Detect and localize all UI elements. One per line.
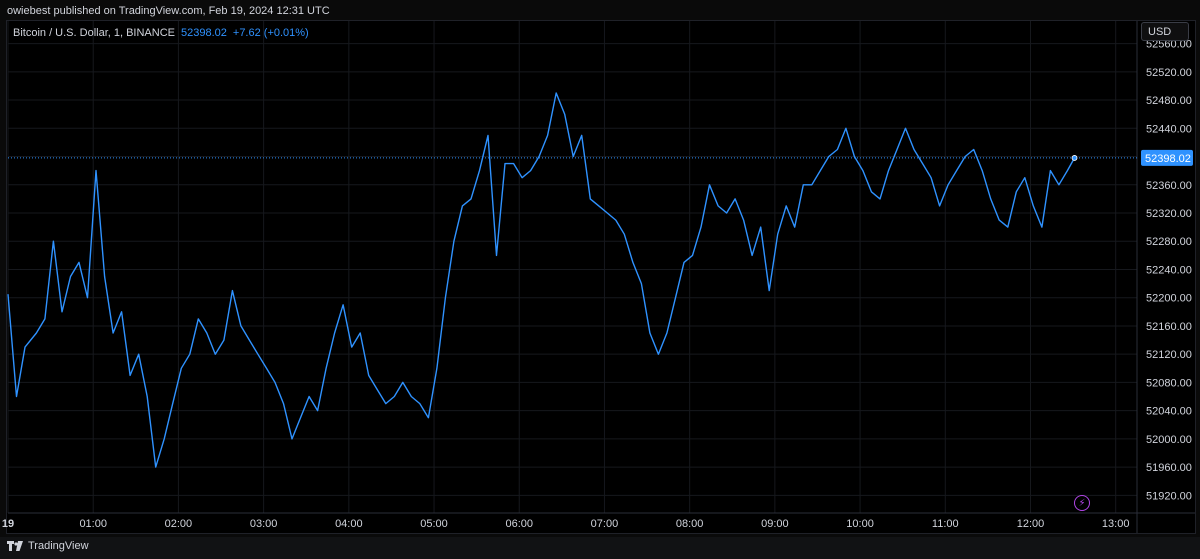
x-tick-label: 02:00 xyxy=(165,518,193,530)
x-tick-label: 06:00 xyxy=(505,518,533,530)
x-tick-label: 09:00 xyxy=(761,518,789,530)
y-tick-label: 52120.00 xyxy=(1146,349,1192,361)
y-tick-label: 51920.00 xyxy=(1146,490,1192,502)
tradingview-logo-icon xyxy=(7,541,23,551)
x-tick-label: 07:00 xyxy=(591,518,619,530)
y-tick-label: 52240.00 xyxy=(1146,264,1192,276)
x-tick-label: 12:00 xyxy=(1017,518,1045,530)
x-tick-label: 04:00 xyxy=(335,518,363,530)
y-tick-label: 51960.00 xyxy=(1146,462,1192,474)
tradingview-brand[interactable]: TradingView xyxy=(7,540,89,552)
chart-legend: Bitcoin / U.S. Dollar, 1, BINANCE 52398.… xyxy=(13,27,309,39)
y-tick-label: 52000.00 xyxy=(1146,434,1192,446)
y-tick-label: 52480.00 xyxy=(1146,95,1192,107)
y-tick-label: 52280.00 xyxy=(1146,236,1192,248)
x-tick-label: 03:00 xyxy=(250,518,278,530)
price-chart[interactable]: 51920.00 51960.00 52000.00 52040.00 52080.00… xyxy=(0,0,1200,559)
symbol-name: Bitcoin / U.S. Dollar, 1, BINANCE xyxy=(13,27,175,39)
x-tick-label: 08:00 xyxy=(676,518,704,530)
x-tick-label: 11:00 xyxy=(932,518,959,530)
last-price-label: 52398.02 xyxy=(1145,153,1191,165)
x-tick-label: 05:00 xyxy=(420,518,448,530)
currency-button[interactable]: USD xyxy=(1141,22,1189,41)
x-tick-label: 10:00 xyxy=(846,518,874,530)
x-tick-label: 01:00 xyxy=(79,518,107,530)
x-tick-label: 13:00 xyxy=(1102,518,1130,530)
x-tick-label: 19 xyxy=(2,518,14,530)
y-tick-label: 52080.00 xyxy=(1146,377,1192,389)
brand-label: TradingView xyxy=(28,540,89,552)
legend-change: +7.62 (+0.01%) xyxy=(232,27,309,39)
last-price-dot xyxy=(1071,155,1078,161)
y-tick-label: 52520.00 xyxy=(1146,67,1192,79)
bottom-bar xyxy=(0,537,1200,559)
lightning-icon[interactable]: ⚡ xyxy=(1074,495,1090,511)
y-tick-label: 52040.00 xyxy=(1146,406,1192,418)
y-tick-label: 52440.00 xyxy=(1146,123,1192,135)
y-tick-label: 52320.00 xyxy=(1146,208,1192,220)
y-tick-label: 52360.00 xyxy=(1146,180,1192,192)
legend-price: 52398.02 xyxy=(181,27,227,39)
y-tick-label: 52160.00 xyxy=(1146,321,1192,333)
y-tick-label: 52200.00 xyxy=(1146,293,1192,305)
